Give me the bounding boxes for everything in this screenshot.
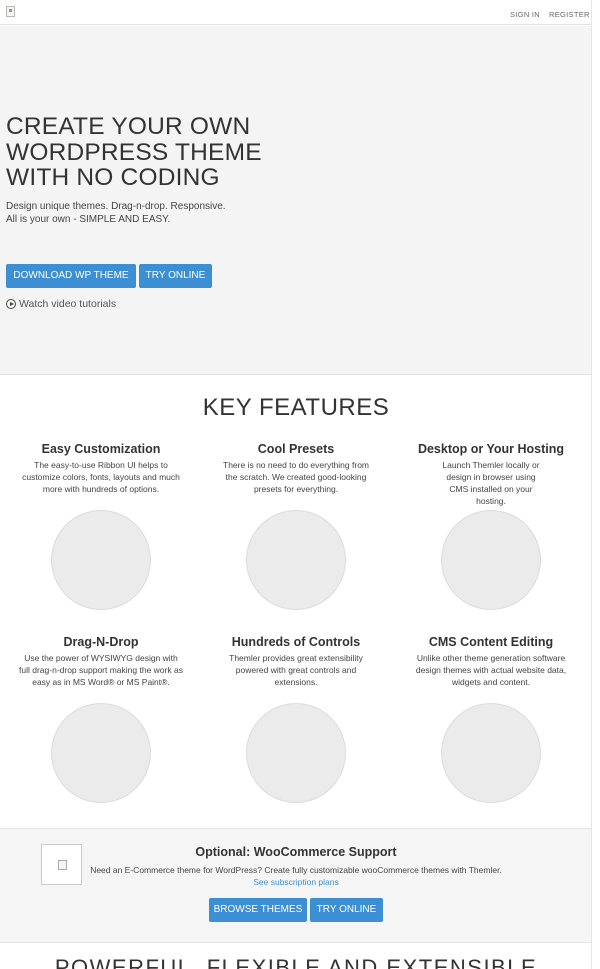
browse-themes-button[interactable]: BROWSE THEMES	[209, 898, 307, 922]
feature-title: Hundreds of Controls	[231, 635, 361, 649]
feature-title: Drag-N-Drop	[63, 635, 139, 649]
feature-image-placeholder	[441, 703, 541, 803]
feature-desc: Use the power of WYSIWYG design with ful…	[19, 653, 183, 687]
watch-video-label: Watch video tutorials	[19, 298, 117, 310]
feature-desc: Unlike other theme generation software d…	[415, 653, 567, 687]
powerful-heading: POWERFUL, FLEXIBLE AND EXTENSIBLE	[54, 955, 538, 969]
feature-drag-n-drop: Drag-N-Drop Use the power of WYSIWYG des…	[16, 634, 186, 688]
feature-image-placeholder	[441, 510, 541, 610]
key-features-section: KEY FEATURES Easy Customization The easy…	[0, 376, 591, 828]
hero-subtitle-line1: Design unique themes. Drag-n-drop. Respo…	[6, 201, 226, 212]
woocommerce-section: Optional: WooCommerce Support Need an E-…	[0, 828, 591, 943]
feature-desc: Themler provides great extensibility pow…	[229, 653, 363, 687]
feature-easy-customization: Easy Customization The easy-to-use Ribbo…	[16, 441, 186, 495]
sign-in-link[interactable]: SIGN IN	[510, 10, 540, 19]
feature-title: Desktop or Your Hosting	[417, 442, 565, 456]
page: SIGN IN REGISTER CREATE YOUR OWN WORDPRE…	[0, 0, 592, 969]
feature-desktop-or-hosting: Desktop or Your Hosting Launch Themler l…	[406, 441, 576, 507]
feature-image-placeholder	[51, 510, 151, 610]
woocommerce-image	[41, 844, 82, 885]
download-wp-theme-button[interactable]: DOWNLOAD WP THEME	[6, 264, 136, 288]
hero-title: CREATE YOUR OWN WORDPRESS THEME WITH NO …	[6, 113, 262, 191]
feature-desc: Launch Themler locally or design in brow…	[442, 460, 540, 506]
hero-subtitle: Design unique themes. Drag-n-drop. Respo…	[6, 200, 266, 226]
feature-cms-content-editing: CMS Content Editing Unlike other theme g…	[406, 634, 576, 688]
feature-title: CMS Content Editing	[428, 635, 554, 649]
woocommerce-desc: Need an E-Commerce theme for WordPress? …	[90, 865, 502, 875]
feature-image-placeholder	[246, 703, 346, 803]
feature-desc: The easy-to-use Ribbon UI helps to custo…	[22, 460, 180, 494]
register-link[interactable]: REGISTER	[549, 10, 590, 19]
feature-image-placeholder	[246, 510, 346, 610]
feature-desc: There is no need to do everything from t…	[223, 460, 369, 494]
watch-video-link[interactable]: Watch video tutorials	[6, 298, 116, 310]
woocommerce-title: Optional: WooCommerce Support	[195, 845, 397, 859]
hero-subtitle-line2: All is your own - SIMPLE AND EASY.	[6, 214, 171, 225]
top-header: SIGN IN REGISTER	[0, 0, 591, 25]
feature-title: Easy Customization	[41, 442, 161, 456]
feature-cool-presets: Cool Presets There is no need to do ever…	[211, 441, 381, 495]
feature-title: Cool Presets	[257, 442, 335, 456]
try-online-button-secondary[interactable]: TRY ONLINE	[310, 898, 383, 922]
play-circle-icon	[6, 299, 16, 309]
features-heading: KEY FEATURES	[202, 394, 390, 421]
feature-image-placeholder	[51, 703, 151, 803]
hero-section: CREATE YOUR OWN WORDPRESS THEME WITH NO …	[0, 26, 591, 375]
subscription-plans-link[interactable]: See subscription plans	[90, 877, 502, 887]
logo-image[interactable]	[6, 6, 15, 17]
feature-hundreds-of-controls: Hundreds of Controls Themler provides gr…	[211, 634, 381, 688]
try-online-button[interactable]: TRY ONLINE	[139, 264, 212, 288]
